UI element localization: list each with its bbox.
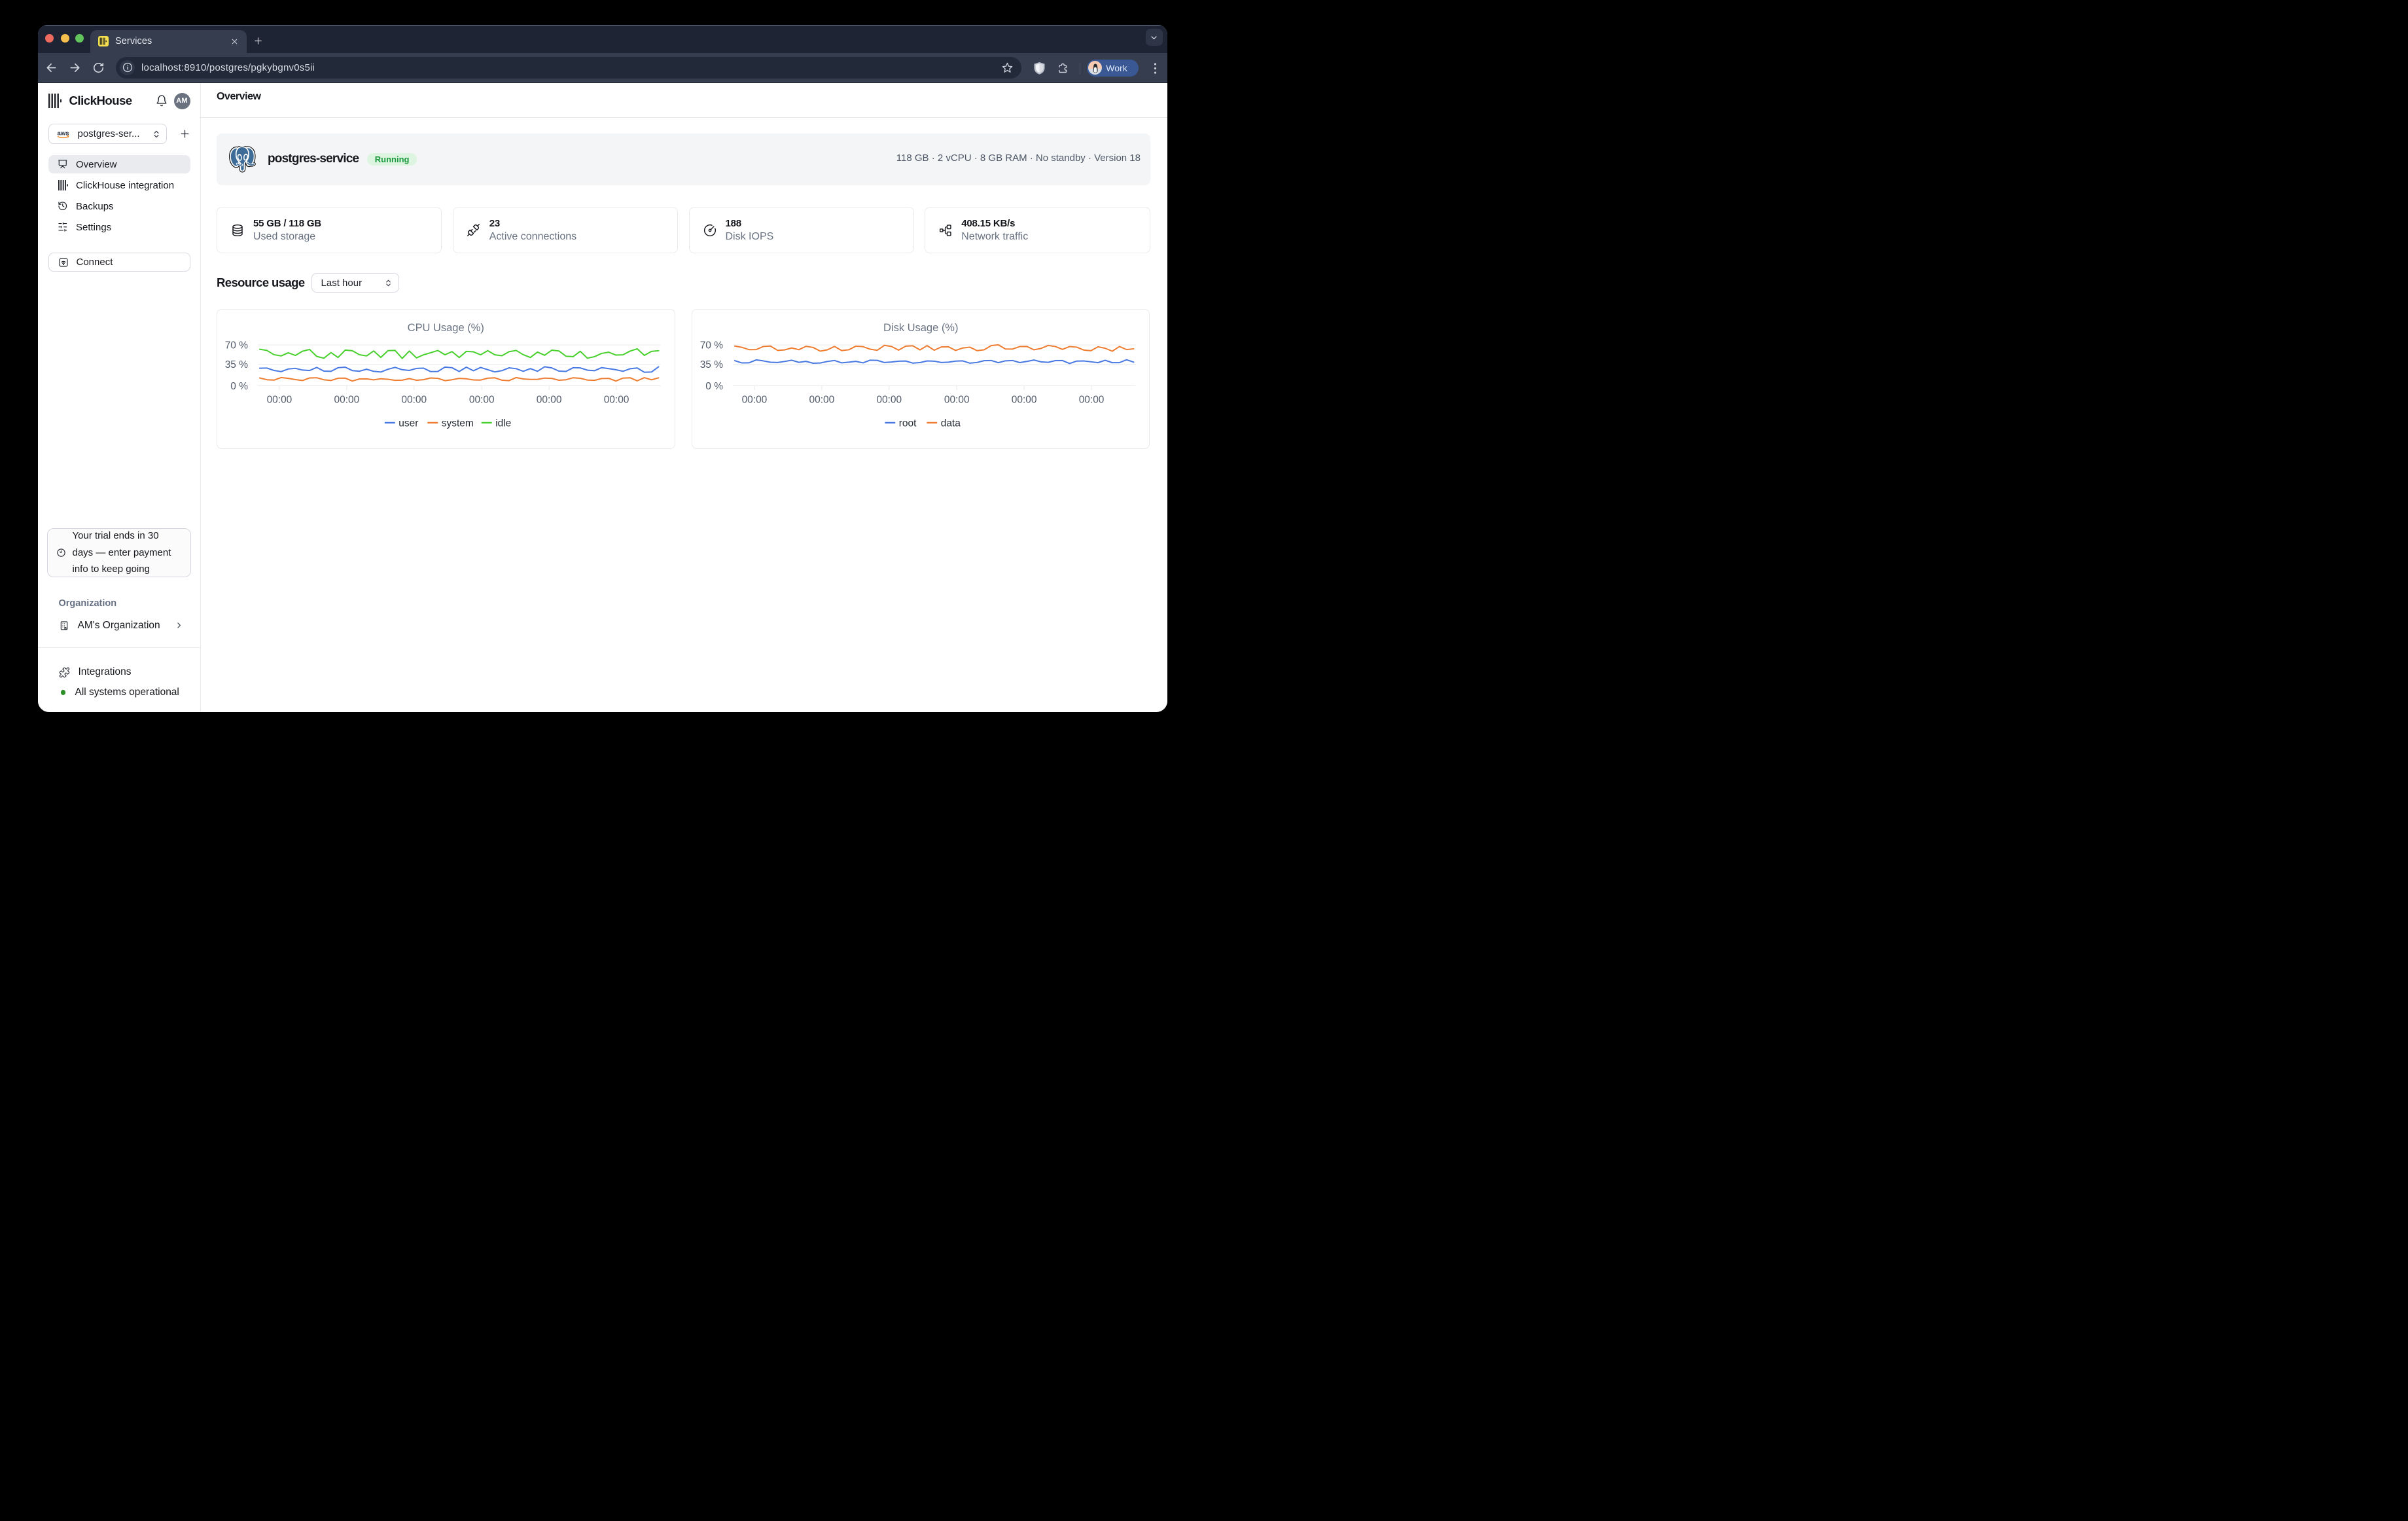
svg-text:0 %: 0 % <box>705 381 723 392</box>
svg-text:00:00: 00:00 <box>876 394 902 405</box>
svg-text:idle: idle <box>495 418 511 429</box>
svg-text:35 %: 35 % <box>699 359 723 370</box>
svg-text:00:00: 00:00 <box>944 394 969 405</box>
svg-text:70 %: 70 % <box>225 340 249 351</box>
svg-text:Disk Usage (%): Disk Usage (%) <box>883 322 958 334</box>
svg-text:data: data <box>940 418 961 429</box>
svg-text:35 %: 35 % <box>225 359 249 370</box>
svg-text:00:00: 00:00 <box>401 394 427 405</box>
svg-text:00:00: 00:00 <box>469 394 495 405</box>
svg-text:user: user <box>398 418 418 429</box>
svg-text:root: root <box>898 418 916 429</box>
svg-text:70 %: 70 % <box>699 340 723 351</box>
svg-text:00:00: 00:00 <box>1011 394 1036 405</box>
svg-text:CPU Usage (%): CPU Usage (%) <box>408 322 484 334</box>
svg-text:0 %: 0 % <box>230 381 248 392</box>
svg-text:00:00: 00:00 <box>809 394 834 405</box>
svg-text:00:00: 00:00 <box>604 394 629 405</box>
svg-text:00:00: 00:00 <box>537 394 562 405</box>
svg-text:00:00: 00:00 <box>1078 394 1104 405</box>
svg-text:00:00: 00:00 <box>741 394 767 405</box>
svg-text:00:00: 00:00 <box>334 394 359 405</box>
svg-text:system: system <box>442 418 474 429</box>
svg-text:00:00: 00:00 <box>267 394 292 405</box>
